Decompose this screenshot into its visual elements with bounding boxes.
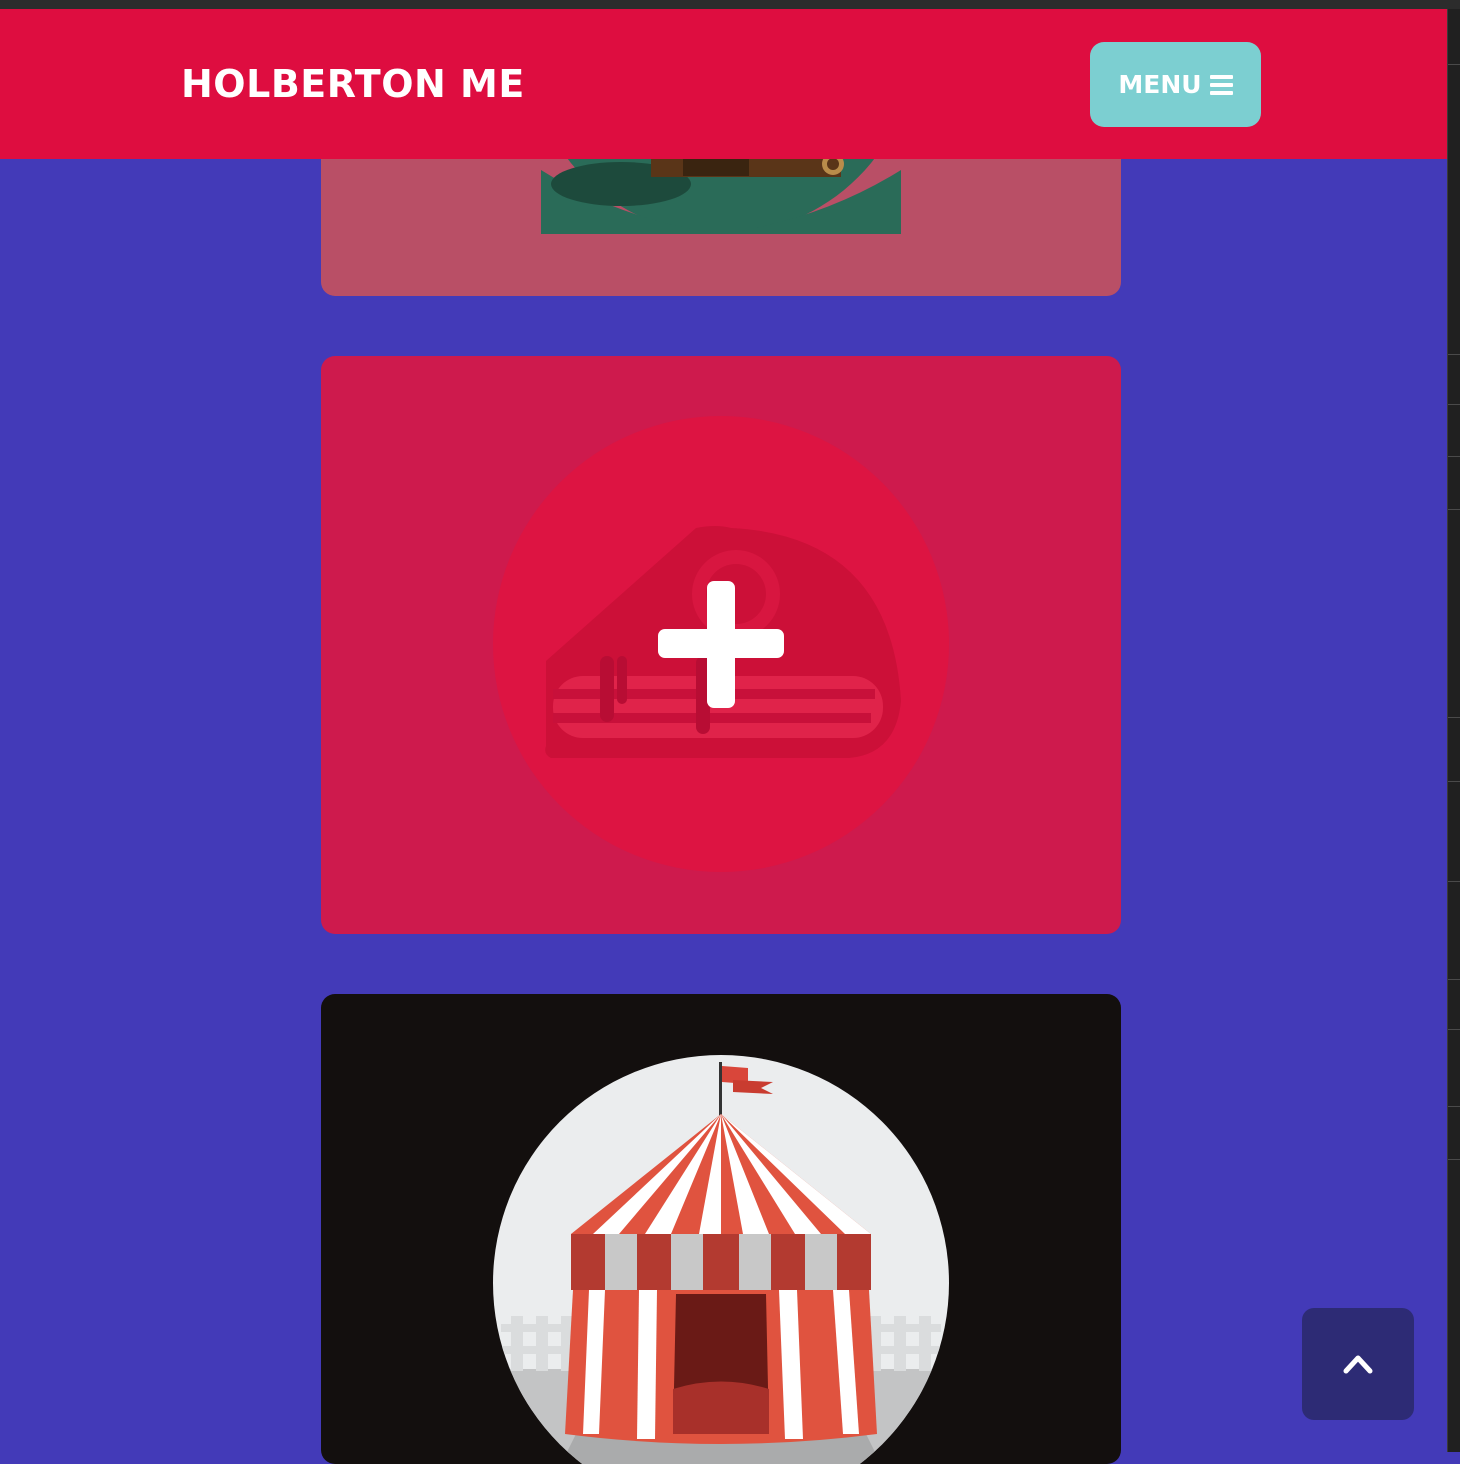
hamburger-icon xyxy=(1209,74,1233,95)
menu-label: MENU xyxy=(1118,70,1202,99)
back-to-top-button[interactable] xyxy=(1302,1308,1414,1420)
chevron-up-icon xyxy=(1343,1355,1373,1374)
portfolio-item-circus[interactable] xyxy=(321,994,1121,1464)
devtools-side-panel xyxy=(1447,9,1460,1452)
window-top-strip xyxy=(0,0,1460,9)
menu-button[interactable]: MENU xyxy=(1090,42,1261,127)
plus-icon[interactable] xyxy=(321,356,1121,934)
portfolio-item-cake[interactable] xyxy=(321,356,1121,934)
brand-title[interactable]: HOLBERTON ME xyxy=(181,59,525,109)
circus-tent-illustration xyxy=(493,1055,949,1464)
navbar: HOLBERTON ME MENU xyxy=(0,9,1447,159)
